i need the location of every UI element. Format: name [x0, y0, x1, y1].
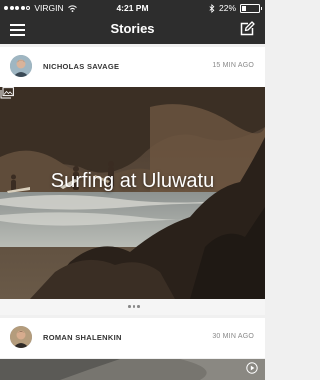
stories-app: VIRGIN 4:21 PM 22% Stories NICHOLAS SAVA… [0, 0, 265, 380]
battery-icon [240, 3, 262, 13]
top-bar: VIRGIN 4:21 PM 22% Stories [0, 0, 265, 44]
surf-photo [0, 87, 265, 299]
page-title: Stories [110, 21, 155, 36]
story-title[interactable]: Surfing at Uluwatu [0, 169, 265, 193]
story-header[interactable]: ROMAN SHALENKIN 30 MIN AGO [0, 318, 265, 358]
status-right: 22% [209, 3, 262, 13]
status-bar: VIRGIN 4:21 PM 22% [0, 0, 265, 16]
timestamp: 30 MIN AGO [212, 333, 254, 340]
avatar[interactable] [10, 55, 32, 77]
more-options-bar[interactable] [0, 299, 265, 315]
story-image[interactable]: Surfing at Uluwatu [0, 87, 265, 299]
more-icon[interactable] [128, 305, 140, 308]
battery-percent: 22% [218, 3, 236, 13]
play-icon[interactable] [246, 362, 258, 374]
timestamp: 15 MIN AGO [212, 62, 254, 69]
compose-icon[interactable] [239, 21, 255, 37]
bluetooth-icon [209, 3, 215, 13]
nav-bar: Stories [0, 16, 265, 44]
story-thumbnail [0, 359, 265, 380]
story-image[interactable] [0, 359, 265, 380]
author-name[interactable]: NICHOLAS SAVAGE [43, 62, 119, 71]
author-name[interactable]: ROMAN SHALENKIN [43, 333, 122, 342]
story-header[interactable]: NICHOLAS SAVAGE 15 MIN AGO [0, 47, 265, 87]
gallery-icon [0, 87, 14, 99]
avatar[interactable] [10, 326, 32, 348]
